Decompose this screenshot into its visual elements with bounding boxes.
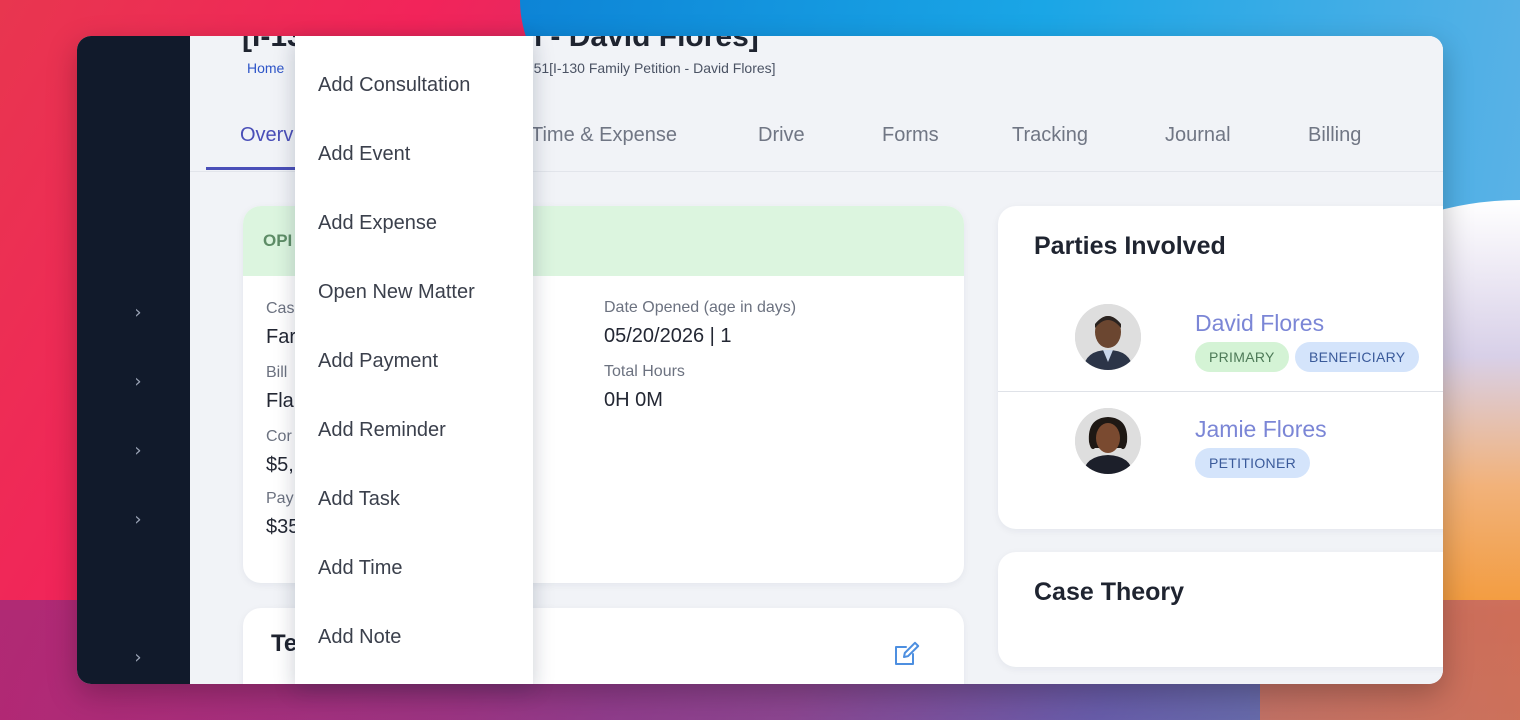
breadcrumb-current: 0051[I-130 Family Petition - David Flore… (518, 60, 776, 76)
menu-item-open-new-matter[interactable]: Open New Matter (318, 281, 475, 304)
tab-drive[interactable]: Drive (758, 124, 805, 147)
field-label: Cor (266, 428, 292, 445)
chevron-right-icon[interactable]: › (129, 373, 147, 391)
avatar (1075, 304, 1141, 370)
app-window: › › › › › [I-130 Family Petition - David… (77, 36, 1443, 684)
avatar (1075, 408, 1141, 474)
field-value: Far (266, 326, 296, 348)
tab-billing[interactable]: Billing (1308, 124, 1361, 147)
sidebar: › › › › › (77, 36, 190, 684)
party-name[interactable]: David Flores (1195, 310, 1324, 337)
field-label: Pay (266, 490, 294, 507)
chevron-right-icon[interactable]: › (129, 304, 147, 322)
add-menu-dropdown: Add Consultation Add Event Add Expense O… (295, 36, 533, 684)
chevron-right-icon[interactable]: › (129, 442, 147, 460)
menu-item-add-reminder[interactable]: Add Reminder (318, 419, 446, 442)
tab-overview[interactable]: Overv (240, 124, 293, 147)
field-label: Cas (266, 300, 295, 317)
breadcrumb-home-link[interactable]: Home (247, 60, 284, 76)
field-label: Bill (266, 364, 288, 381)
tab-journal[interactable]: Journal (1165, 124, 1231, 147)
role-badge-beneficiary: BENEFICIARY (1295, 342, 1420, 372)
menu-item-add-payment[interactable]: Add Payment (318, 350, 438, 373)
menu-item-add-expense[interactable]: Add Expense (318, 212, 437, 235)
tab-time-expense[interactable]: Time & Expense (531, 124, 677, 147)
case-theory-card: Case Theory (998, 552, 1443, 667)
field-value: $5, (266, 454, 294, 476)
tab-forms[interactable]: Forms (882, 124, 939, 147)
menu-item-add-consultation[interactable]: Add Consultation (318, 74, 470, 97)
party-row[interactable]: David Flores PRIMARY BENEFICIARY (998, 288, 1443, 392)
parties-card: Parties Involved David Flores PRIMARY BE… (998, 206, 1443, 529)
menu-item-add-time[interactable]: Add Time (318, 557, 402, 580)
active-tab-indicator (206, 167, 298, 170)
menu-item-add-task[interactable]: Add Task (318, 488, 400, 511)
party-row[interactable]: Jamie Flores PETITIONER (998, 394, 1443, 498)
edit-icon[interactable] (890, 638, 922, 670)
date-opened-label: Date Opened (age in days) (604, 299, 797, 316)
party-name[interactable]: Jamie Flores (1195, 416, 1327, 443)
total-hours-value: 0H 0M (604, 389, 663, 411)
chevron-right-icon[interactable]: › (129, 511, 147, 529)
role-badge-primary: PRIMARY (1195, 342, 1289, 372)
case-theory-title: Case Theory (1034, 578, 1185, 606)
date-opened-value: 05/20/2026 | 1 (604, 325, 732, 347)
status-text: OPI (263, 231, 293, 250)
breadcrumb: Home 0051[I-130 Family Petition - David … (247, 60, 776, 76)
menu-item-add-event[interactable]: Add Event (318, 143, 410, 166)
parties-title: Parties Involved (1034, 232, 1226, 260)
team-title: Te (271, 630, 298, 657)
field-value: Fla (266, 390, 294, 412)
tab-tracking[interactable]: Tracking (1012, 124, 1088, 147)
total-hours-label: Total Hours (604, 363, 685, 380)
chevron-right-icon[interactable]: › (129, 649, 147, 667)
role-badge-petitioner: PETITIONER (1195, 448, 1311, 478)
menu-item-add-note[interactable]: Add Note (318, 626, 401, 649)
